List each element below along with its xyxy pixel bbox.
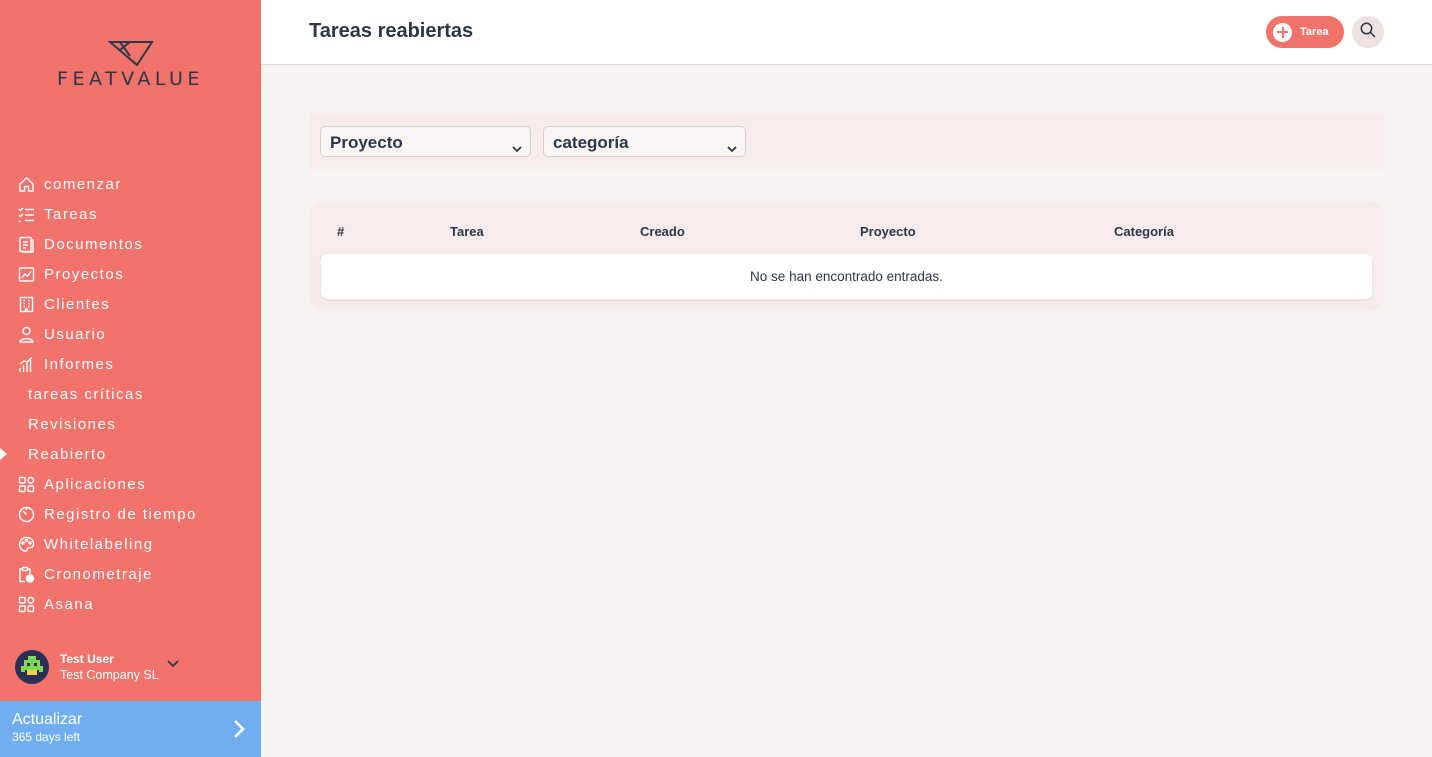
page-title: Tareas reabiertas bbox=[309, 20, 474, 42]
chevron-down-icon bbox=[512, 138, 522, 158]
sidebar-item-registro-de-tiempo[interactable]: Registro de tiempo bbox=[0, 499, 261, 529]
category-select[interactable]: categoría bbox=[543, 126, 746, 157]
apps-icon bbox=[17, 595, 35, 613]
project-select-value: Proyecto bbox=[330, 133, 403, 152]
chart-icon bbox=[17, 265, 35, 283]
bar-chart-icon bbox=[17, 355, 35, 373]
logo[interactable]: FEATVALUE bbox=[0, 40, 261, 90]
sidebar-item-comenzar[interactable]: comenzar bbox=[0, 169, 261, 199]
sidebar-item-cronometraje[interactable]: Cronometraje bbox=[0, 559, 261, 589]
sidebar-item-whitelabeling[interactable]: Whitelabeling bbox=[0, 529, 261, 559]
column-header-number[interactable]: # bbox=[337, 224, 344, 239]
sidebar-item-label: Tareas bbox=[44, 205, 99, 223]
filter-bar: Proyecto categoría bbox=[309, 113, 1384, 169]
sidebar-item-informes[interactable]: Informes bbox=[0, 349, 261, 379]
sidebar-item-label: Whitelabeling bbox=[44, 535, 154, 553]
tasks-table: # Tarea Creado Proyecto Categoría No se … bbox=[309, 201, 1384, 311]
sidebar-item-label: Usuario bbox=[44, 325, 107, 343]
sidebar-item-label: Asana bbox=[44, 595, 95, 613]
plus-icon bbox=[1273, 22, 1292, 42]
sidebar-item-label: Registro de tiempo bbox=[44, 505, 197, 523]
sidebar-item-label: Reabierto bbox=[28, 445, 107, 463]
chevron-right-icon bbox=[233, 719, 245, 744]
column-header-proyecto[interactable]: Proyecto bbox=[860, 224, 916, 239]
sidebar-item-label: Informes bbox=[44, 355, 115, 373]
upgrade-subtitle: 365 days left bbox=[12, 730, 81, 744]
sidebar-item-aplicaciones[interactable]: Aplicaciones bbox=[0, 469, 261, 499]
sidebar-item-label: tareas críticas bbox=[28, 385, 144, 403]
sidebar-item-label: Cronometraje bbox=[44, 565, 153, 583]
sidebar-item-asana[interactable]: Asana bbox=[0, 589, 261, 619]
sidebar-item-reabierto[interactable]: Reabierto bbox=[0, 439, 261, 469]
project-select[interactable]: Proyecto bbox=[320, 126, 531, 157]
sidebar-item-proyectos[interactable]: Proyectos bbox=[0, 259, 261, 289]
sidebar-item-revisiones[interactable]: Revisiones bbox=[0, 409, 261, 439]
sidebar-item-tareas-criticas[interactable]: tareas críticas bbox=[0, 379, 261, 409]
sidebar-nav: comenzar Tareas Documentos Proyectos Cli… bbox=[0, 169, 261, 619]
timer-icon bbox=[17, 505, 35, 523]
user-name: Test User bbox=[60, 652, 114, 666]
logo-mark-icon bbox=[107, 41, 154, 66]
add-task-button[interactable]: Tarea bbox=[1266, 16, 1344, 48]
avatar bbox=[15, 650, 49, 684]
sidebar-item-label: Documentos bbox=[44, 235, 144, 253]
sidebar-item-tareas[interactable]: Tareas bbox=[0, 199, 261, 229]
sidebar-item-label: Aplicaciones bbox=[44, 475, 147, 493]
sidebar-item-label: Revisiones bbox=[28, 415, 117, 433]
upgrade-banner[interactable]: Actualizar 365 days left bbox=[0, 701, 261, 757]
user-company: Test Company SL bbox=[60, 668, 159, 682]
column-header-categoria[interactable]: Categoría bbox=[1114, 224, 1174, 239]
sidebar-item-clientes[interactable]: Clientes bbox=[0, 289, 261, 319]
category-select-value: categoría bbox=[553, 133, 629, 152]
building-icon bbox=[17, 295, 35, 313]
user-menu[interactable]: Test User Test Company SL bbox=[15, 650, 179, 684]
search-button[interactable] bbox=[1352, 16, 1384, 48]
brand-name: FEATVALUE bbox=[57, 68, 204, 90]
sidebar-item-usuario[interactable]: Usuario bbox=[0, 319, 261, 349]
sidebar-item-label: Proyectos bbox=[44, 265, 125, 283]
sidebar: FEATVALUE comenzar Tareas Documentos Pro… bbox=[0, 0, 261, 757]
document-icon bbox=[17, 235, 35, 253]
sidebar-item-documentos[interactable]: Documentos bbox=[0, 229, 261, 259]
sidebar-item-label: Clientes bbox=[44, 295, 111, 313]
user-icon bbox=[17, 325, 35, 343]
home-icon bbox=[17, 175, 35, 193]
apps-icon bbox=[17, 475, 35, 493]
clipboard-clock-icon bbox=[17, 565, 35, 583]
search-icon bbox=[1360, 22, 1376, 43]
upgrade-title: Actualizar bbox=[12, 711, 83, 728]
add-task-label: Tarea bbox=[1300, 26, 1329, 38]
sidebar-item-label: comenzar bbox=[44, 175, 122, 193]
palette-icon bbox=[17, 535, 35, 553]
column-header-creado[interactable]: Creado bbox=[640, 224, 685, 239]
top-header: Tareas reabiertas Tarea bbox=[261, 0, 1432, 65]
chevron-down-icon[interactable] bbox=[167, 655, 179, 673]
chevron-down-icon bbox=[727, 138, 737, 158]
checklist-icon bbox=[17, 205, 35, 223]
column-header-tarea[interactable]: Tarea bbox=[450, 224, 484, 239]
empty-table-message: No se han encontrado entradas. bbox=[321, 254, 1372, 299]
